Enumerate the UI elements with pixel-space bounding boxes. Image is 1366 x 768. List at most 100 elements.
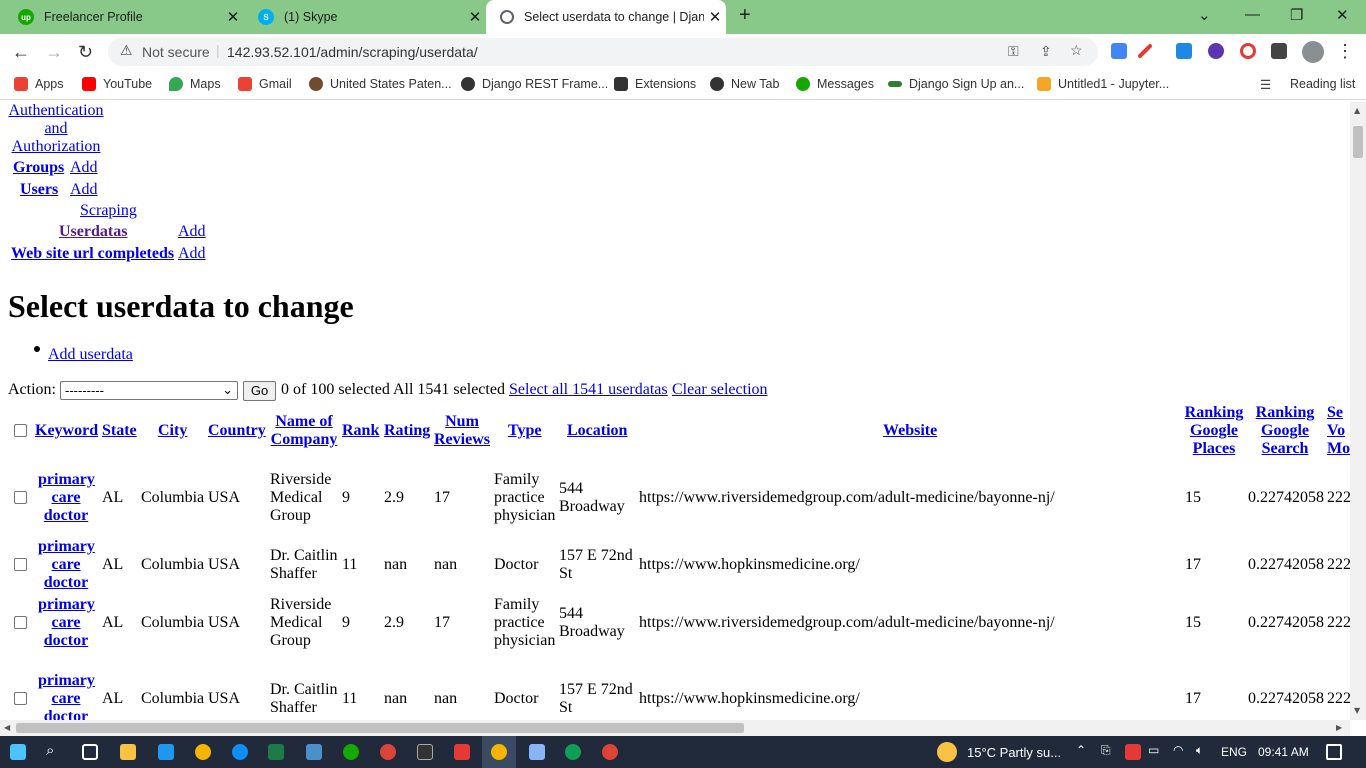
vscode-icon[interactable] (158, 744, 174, 760)
col-location[interactable]: Location (567, 422, 627, 440)
search-icon[interactable]: ⌕ (46, 742, 54, 759)
puzzle-icon[interactable] (1271, 43, 1287, 59)
col-rank[interactable]: Rank (342, 422, 379, 440)
tab-userdata-admin[interactable]: Select userdata to change | Djang ✕ (486, 0, 726, 34)
close-tab-icon[interactable]: ✕ (704, 8, 726, 26)
col-city[interactable]: City (158, 422, 187, 440)
anydesk-icon[interactable] (454, 744, 470, 760)
excel-icon[interactable] (268, 744, 284, 760)
address-bar[interactable]: ⚠ Not secure | 142.93.52.101/admin/scrap… (108, 38, 1098, 66)
weather-icon[interactable] (937, 742, 957, 762)
security-label[interactable]: Not secure (142, 44, 210, 60)
bookmark-messages[interactable]: Messages (796, 77, 874, 91)
clock[interactable]: 09:41 AM (1258, 745, 1309, 759)
userdatas-link[interactable]: Userdatas (59, 223, 127, 241)
row-keyword-link[interactable]: primary care doctor (38, 471, 95, 525)
app-auth-caption[interactable]: Authentication and Authorization (8, 102, 104, 156)
vertical-scrollbar[interactable]: ▲ ▼ (1350, 102, 1366, 720)
row-checkbox[interactable] (14, 616, 27, 629)
battery-icon[interactable]: ▭ (1148, 743, 1159, 757)
horizontal-scroll-thumb[interactable] (16, 723, 744, 733)
profile-avatar[interactable] (1302, 41, 1324, 63)
close-window-button[interactable]: ✕ (1336, 6, 1349, 24)
chrome-icon[interactable] (491, 744, 507, 760)
windows-start-icon[interactable] (10, 744, 26, 760)
restore-button[interactable]: ❐ (1290, 6, 1303, 24)
screen-capture-icon[interactable] (1176, 43, 1192, 59)
teamviewer-icon[interactable] (232, 744, 248, 760)
col-name-of-company[interactable]: Name of Company (270, 413, 338, 449)
users-add-link[interactable]: Add (70, 181, 98, 199)
col-keyword[interactable]: Keyword (35, 422, 98, 440)
chrome-icon[interactable] (195, 744, 211, 760)
userdatas-add-link[interactable]: Add (178, 223, 206, 241)
app-auth-link[interactable]: Authentication and Authorization (8, 102, 103, 155)
notepad-icon[interactable] (529, 744, 545, 760)
task-view-icon[interactable] (82, 744, 98, 760)
scroll-up-arrow-icon[interactable]: ▲ (1354, 106, 1360, 115)
menu-dots-icon[interactable]: ⋮ (1336, 41, 1354, 62)
bookmark-apps[interactable]: Apps (14, 77, 64, 91)
col-ranking-google-search[interactable]: Ranking Google Search (1254, 404, 1316, 458)
back-arrow-icon[interactable]: ← (12, 42, 30, 63)
go-button[interactable]: Go (243, 381, 276, 401)
horizontal-scrollbar[interactable]: ◀ ▶ (0, 720, 1350, 736)
bookmark-youtube[interactable]: YouTube (82, 77, 152, 91)
record-icon[interactable] (1240, 43, 1256, 59)
tray-chevron-icon[interactable]: ⌃ (1076, 743, 1086, 757)
col-country[interactable]: Country (208, 422, 266, 440)
close-tab-icon[interactable]: ✕ (464, 8, 486, 26)
upwork-icon[interactable] (343, 744, 359, 760)
bookmark-gmail[interactable]: Gmail (238, 77, 292, 91)
col-search-volume[interactable]: Se Vo Mo (1327, 404, 1350, 458)
new-tab-button[interactable]: + (739, 4, 751, 27)
bookmark-uspto[interactable]: United States Paten... (309, 77, 452, 91)
url-text[interactable]: 142.93.52.101/admin/scraping/userdata/ (227, 44, 478, 60)
warning-icon[interactable]: ⚠ (120, 42, 133, 59)
chrome-icon[interactable] (380, 744, 396, 760)
scroll-right-arrow-icon[interactable]: ▶ (1336, 723, 1342, 732)
photos-icon[interactable] (306, 744, 322, 760)
forward-arrow-icon[interactable]: → (45, 42, 63, 63)
col-type[interactable]: Type (508, 422, 541, 440)
add-userdata-link[interactable]: Add userdata (48, 346, 133, 364)
row-checkbox[interactable] (14, 491, 27, 504)
file-explorer-icon[interactable] (120, 744, 136, 760)
weather-text[interactable]: 15°C Partly su... (967, 745, 1061, 760)
tab-freelancer-profile[interactable]: up Freelancer Profile ✕ (4, 0, 244, 34)
col-state[interactable]: State (102, 422, 137, 440)
wifi-icon[interactable]: ◠ (1173, 743, 1183, 757)
row-keyword-link[interactable]: primary care doctor (38, 596, 95, 650)
websites-link[interactable]: Web site url completeds (11, 245, 174, 263)
reading-list-button[interactable]: Reading list (1290, 77, 1355, 91)
notifications-icon[interactable] (1326, 744, 1342, 760)
share-icon[interactable]: ⇪ (1040, 43, 1052, 60)
terminal-icon[interactable] (417, 744, 433, 760)
bookmark-django-rest[interactable]: Django REST Frame... (461, 77, 608, 91)
bookmark-django-signup[interactable]: Django Sign Up an... (888, 77, 1024, 91)
bookmark-jupyter[interactable]: Untitled1 - Jupyter... (1037, 77, 1169, 91)
chrome-icon[interactable] (565, 744, 581, 760)
select-all-link[interactable]: Select all 1541 userdatas (509, 381, 668, 399)
key-icon[interactable]: ⚿ (1008, 43, 1019, 60)
reload-icon[interactable]: ↻ (78, 42, 93, 63)
select-all-checkbox[interactable] (14, 424, 27, 437)
close-tab-icon[interactable]: ✕ (222, 8, 244, 26)
clear-selection-link[interactable]: Clear selection (672, 381, 768, 399)
row-keyword-link[interactable]: primary care doctor (38, 672, 95, 722)
col-rating[interactable]: Rating (384, 422, 430, 440)
extension-avatar-icon[interactable] (1208, 43, 1224, 59)
row-checkbox[interactable] (14, 692, 27, 705)
users-link[interactable]: Users (20, 181, 58, 199)
bookmark-maps[interactable]: Maps (169, 77, 221, 91)
tab-search-chevron-icon[interactable]: ⌄ (1198, 6, 1211, 24)
col-ranking-google-places[interactable]: Ranking Google Places (1183, 404, 1245, 458)
scroll-down-arrow-icon[interactable]: ▼ (1354, 706, 1360, 715)
col-num-reviews[interactable]: Num Reviews (434, 413, 490, 449)
col-website[interactable]: Website (883, 422, 937, 440)
groups-add-link[interactable]: Add (70, 159, 98, 177)
language-indicator[interactable]: ENG (1221, 745, 1247, 759)
meet-icon[interactable]: ⎘ (1101, 743, 1111, 758)
pen-icon[interactable] (1137, 43, 1153, 59)
app-scraping-link[interactable]: Scraping (80, 202, 137, 220)
